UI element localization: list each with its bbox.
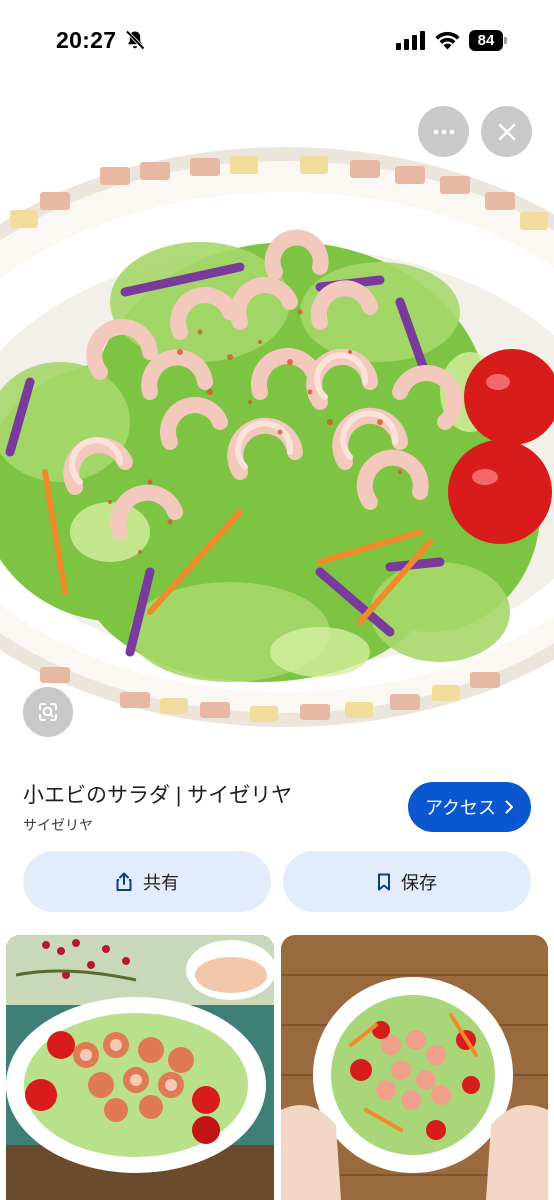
bell-slash-icon <box>125 30 145 50</box>
share-icon <box>116 872 132 891</box>
wifi-icon <box>435 31 460 50</box>
access-button[interactable]: アクセス <box>408 782 531 832</box>
related-image-2[interactable] <box>281 935 548 1200</box>
lens-search-button[interactable] <box>23 687 73 737</box>
status-bar: 20:27 84 <box>0 0 554 84</box>
close-button[interactable] <box>481 106 532 157</box>
related-image-1[interactable] <box>6 935 274 1200</box>
status-time: 20:27 <box>56 27 117 53</box>
salad-photo <box>0 147 554 727</box>
more-options-button[interactable] <box>418 106 469 157</box>
related-salad-photo-2 <box>281 935 548 1200</box>
share-button-label: 共有 <box>143 872 179 893</box>
result-source: サイゼリヤ <box>23 817 93 833</box>
hero-image[interactable] <box>0 92 554 760</box>
access-button-label: アクセス <box>424 798 497 818</box>
save-button-label: 保存 <box>401 872 437 893</box>
share-button[interactable]: 共有 <box>23 851 271 912</box>
related-salad-photo-1 <box>6 935 274 1200</box>
bookmark-icon <box>378 873 390 890</box>
chevron-right-icon <box>505 800 514 814</box>
lens-icon <box>39 703 57 721</box>
battery-indicator: 84 <box>469 30 507 51</box>
battery-level: 84 <box>469 30 503 51</box>
save-button[interactable]: 保存 <box>283 851 531 912</box>
result-title[interactable]: 小エビのサラダ | サイゼリヤ <box>23 779 292 809</box>
close-icon <box>498 123 515 140</box>
more-icon <box>433 129 454 134</box>
signal-icon <box>396 31 425 50</box>
